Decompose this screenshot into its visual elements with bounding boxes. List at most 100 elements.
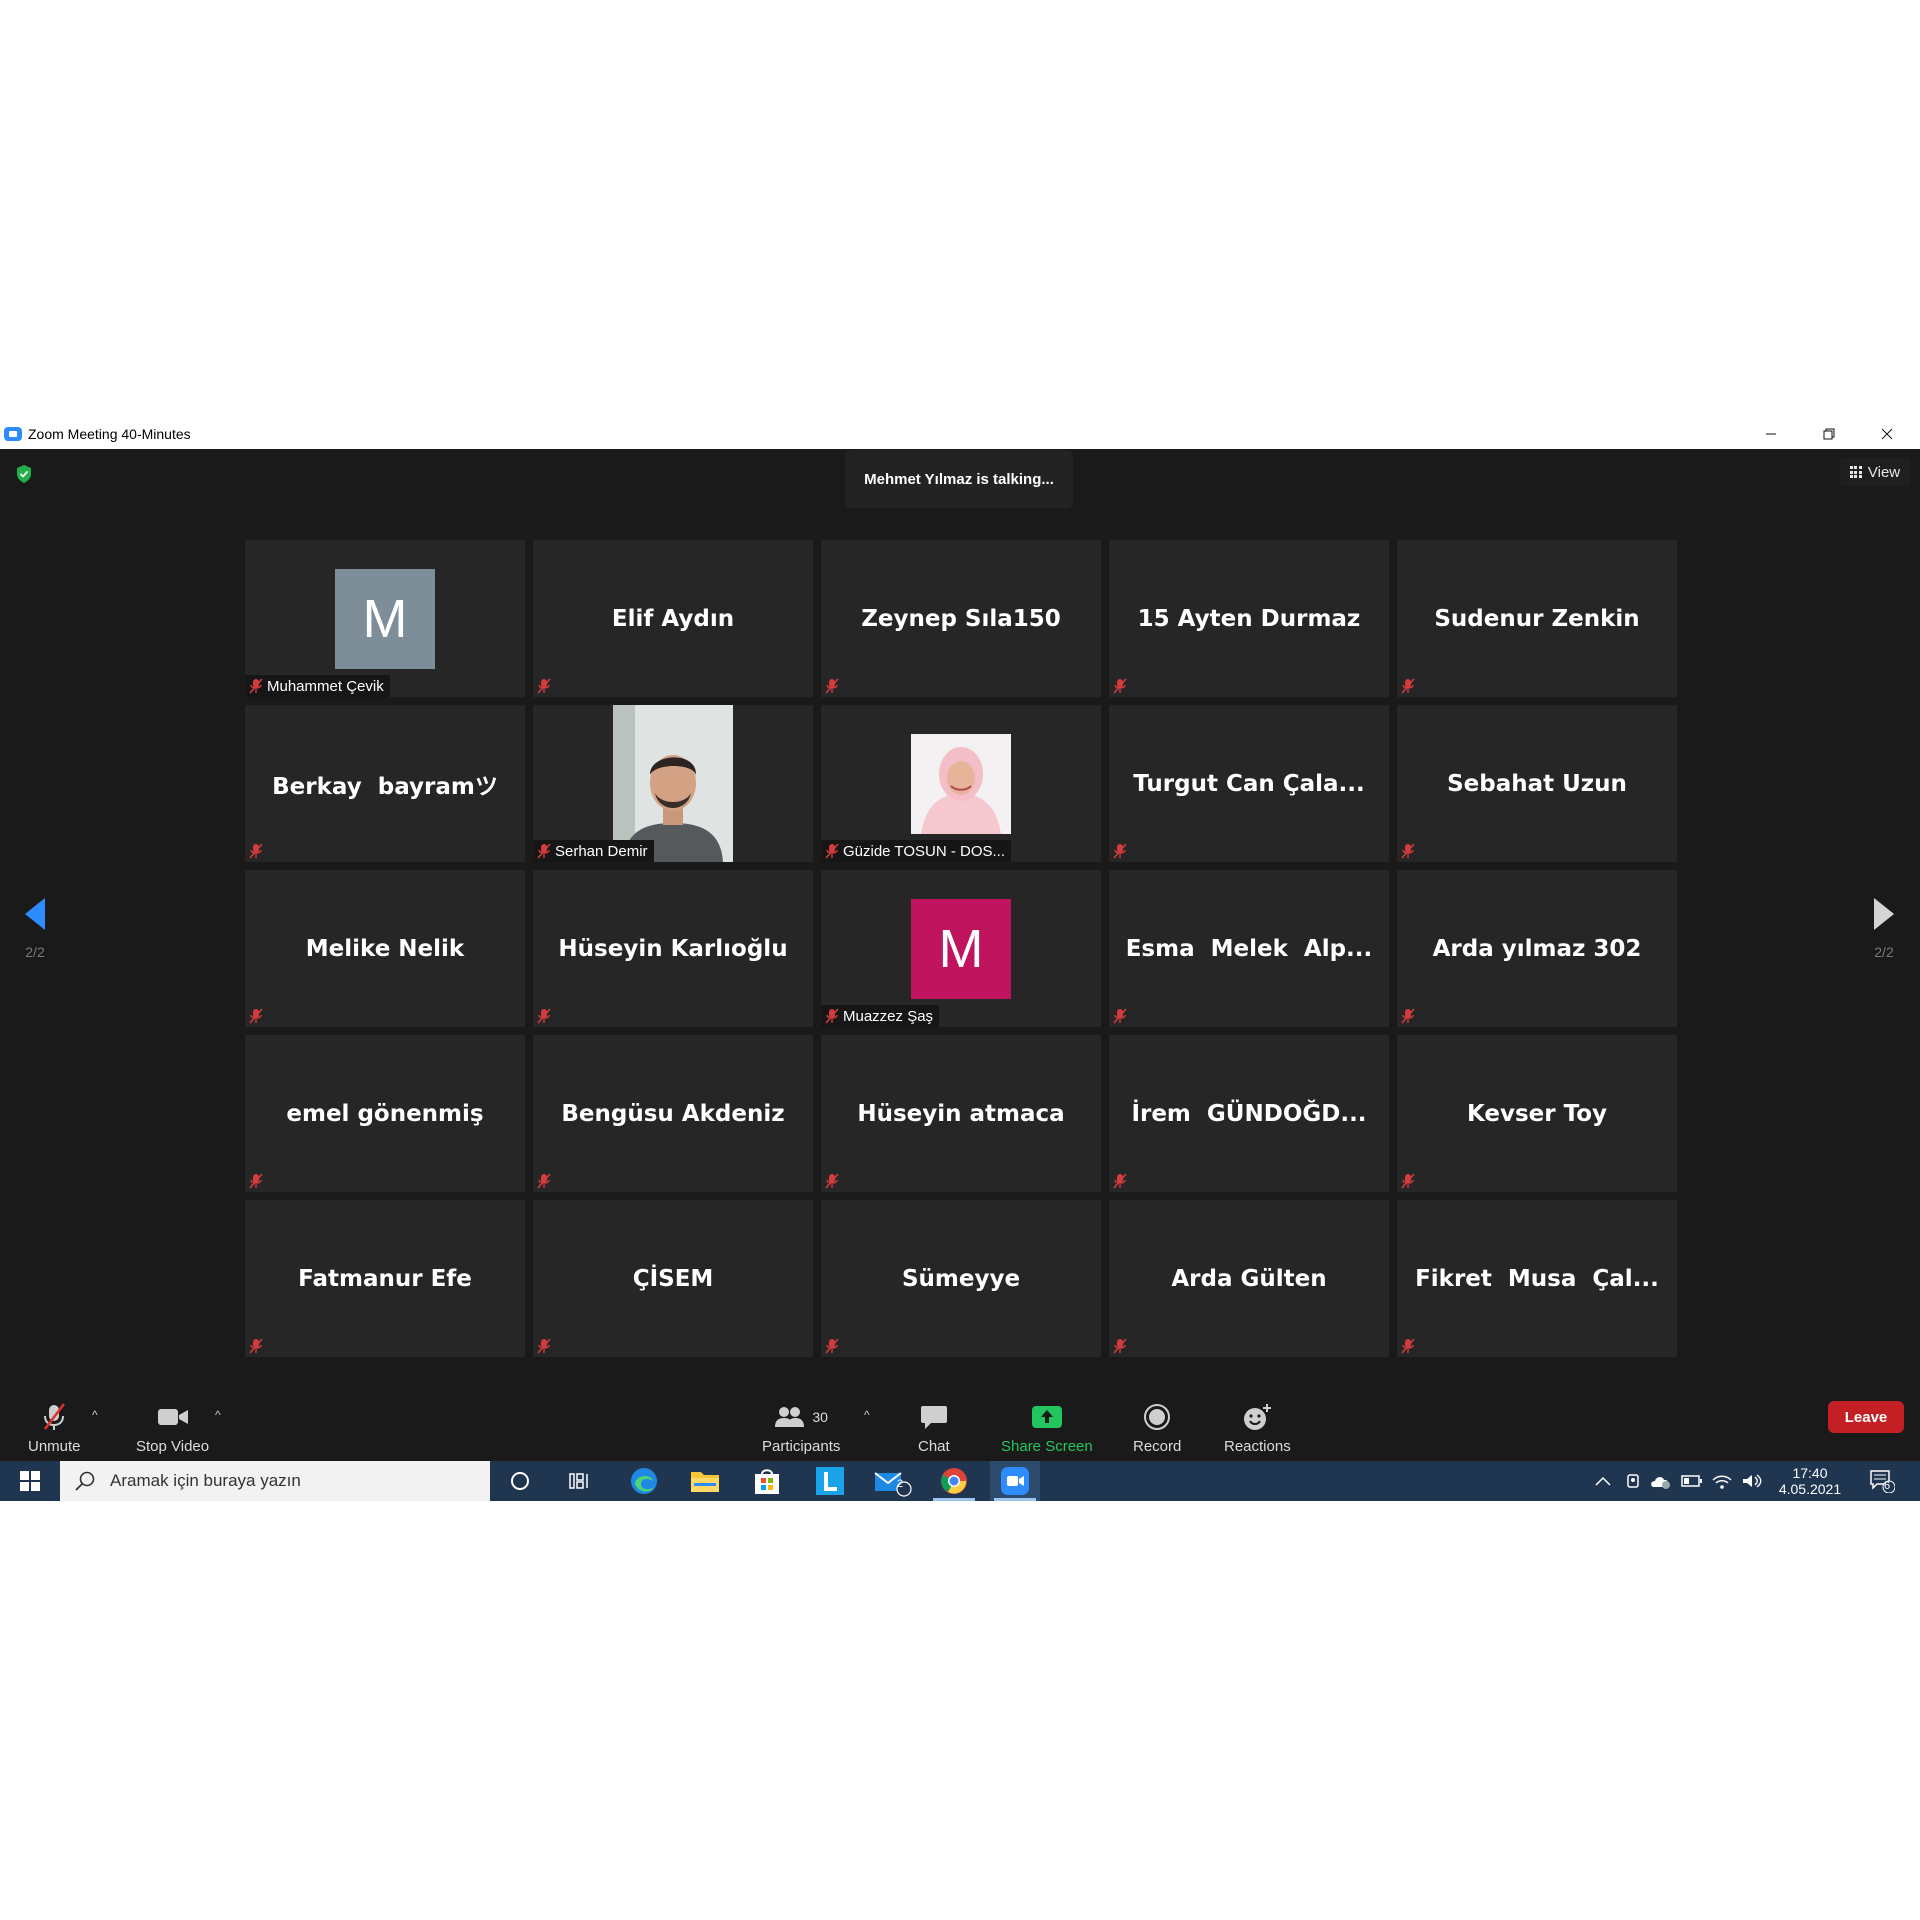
taskbar-mail[interactable]: 2	[868, 1461, 918, 1501]
view-button[interactable]: View	[1840, 458, 1910, 486]
participant-name-bar: Muazzez Şaş	[821, 1005, 940, 1027]
microphone-muted-icon	[533, 1335, 555, 1357]
taskbar-file-explorer[interactable]	[680, 1461, 730, 1501]
tray-volume[interactable]	[1738, 1461, 1766, 1501]
record-label: Record	[1133, 1438, 1182, 1455]
minimize-button[interactable]	[1742, 418, 1800, 449]
arrow-left-icon	[25, 898, 45, 930]
participant-status-bar	[1397, 1170, 1425, 1192]
taskbar-zoom[interactable]	[990, 1461, 1040, 1501]
participant-display-name: Sebahat Uzun	[1447, 770, 1627, 797]
taskbar-search-box[interactable]: Aramak için buraya yazın	[60, 1461, 490, 1501]
windows-taskbar: Aramak için buraya yazın 2 17:40 4.05.20…	[0, 1461, 1920, 1501]
participant-tile[interactable]: Arda Gülten	[1109, 1200, 1389, 1357]
microphone-muted-icon	[533, 675, 555, 697]
tray-battery[interactable]	[1678, 1461, 1706, 1501]
participant-tile[interactable]: Fatmanur Efe	[245, 1200, 525, 1357]
audio-options-caret-icon[interactable]: ^	[92, 1408, 98, 1422]
microphone-muted-icon	[1109, 675, 1131, 697]
participant-status-bar	[245, 1005, 273, 1027]
participant-tile[interactable]: Arda yılmaz 302	[1397, 870, 1677, 1027]
previous-page-button[interactable]: 2/2	[5, 896, 65, 960]
participant-tile[interactable]: Hüseyin Karlıoğlu	[533, 870, 813, 1027]
arrow-right-icon	[1874, 898, 1894, 930]
participants-button[interactable]: 30 Participants	[762, 1402, 840, 1455]
mail-icon	[874, 1472, 912, 1497]
show-hidden-icons-button[interactable]	[1588, 1461, 1618, 1501]
next-page-button[interactable]: 2/2	[1854, 896, 1914, 960]
taskbar-clock[interactable]: 17:40 4.05.2021	[1770, 1465, 1850, 1497]
task-view-button[interactable]	[555, 1461, 605, 1501]
reactions-button[interactable]: Reactions	[1224, 1402, 1291, 1455]
participant-tile[interactable]: Elif Aydın	[533, 540, 813, 697]
microphone-muted-icon	[1109, 1335, 1131, 1357]
notifications-icon	[1870, 1470, 1895, 1493]
participants-label: Participants	[762, 1438, 841, 1455]
close-button[interactable]	[1858, 418, 1916, 449]
unmute-label: Unmute	[28, 1438, 81, 1455]
participant-status-bar	[533, 1005, 561, 1027]
participant-tile[interactable]: Esma Melek Alp...	[1109, 870, 1389, 1027]
cortana-button[interactable]	[495, 1461, 545, 1501]
participant-tile[interactable]: M Muhammet Çevik	[245, 540, 525, 697]
microphone-muted-icon	[533, 840, 555, 862]
participant-tile[interactable]: Berkay bayramツ	[245, 705, 525, 862]
participant-tile[interactable]: Sudenur Zenkin	[1397, 540, 1677, 697]
participant-display-name: Zeynep Sıla150	[861, 605, 1061, 632]
participants-icon	[775, 1407, 805, 1427]
participant-tile[interactable]: Hüseyin atmaca	[821, 1035, 1101, 1192]
participant-tile[interactable]: emel gönenmiş	[245, 1035, 525, 1192]
participant-tile[interactable]: Sebahat Uzun	[1397, 705, 1677, 862]
participant-tile[interactable]: 15 Ayten Durmaz	[1109, 540, 1389, 697]
participant-display-name: Melike Nelik	[305, 935, 465, 962]
chat-label: Chat	[918, 1438, 950, 1455]
chat-button[interactable]: Chat	[918, 1402, 950, 1455]
participant-tile[interactable]: Serhan Demir	[533, 705, 813, 862]
leave-button[interactable]: Leave	[1828, 1401, 1904, 1433]
share-screen-button[interactable]: Share Screen	[1001, 1402, 1093, 1455]
tray-wifi[interactable]	[1708, 1461, 1736, 1501]
participant-name-bar: Güzide TOSUN - DOS...	[821, 840, 1011, 862]
microphone-muted-icon	[1397, 675, 1419, 697]
taskbar-chrome[interactable]	[929, 1461, 979, 1501]
participant-tile[interactable]: Zeynep Sıla150	[821, 540, 1101, 697]
meet-now-icon	[1627, 1474, 1639, 1488]
video-options-caret-icon[interactable]: ^	[215, 1408, 221, 1422]
tray-meet-now[interactable]	[1620, 1461, 1646, 1501]
taskbar-l-app[interactable]	[805, 1461, 855, 1501]
encryption-shield-icon[interactable]	[15, 464, 33, 484]
participant-status-bar	[1109, 1005, 1137, 1027]
battery-icon	[1681, 1475, 1702, 1487]
participant-tile[interactable]: Melike Nelik	[245, 870, 525, 1027]
clock-time: 17:40	[1792, 1465, 1828, 1481]
folder-icon	[691, 1472, 719, 1492]
participant-display-name: Esma Melek Alp...	[1125, 935, 1373, 962]
participant-tile[interactable]: Bengüsu Akdeniz	[533, 1035, 813, 1192]
microphone-muted-icon	[245, 1170, 267, 1192]
zoom-window: Zoom Meeting 40-Minutes Mehmet Yılmaz is…	[0, 418, 1920, 1501]
participant-tile[interactable]: Sümeyye	[821, 1200, 1101, 1357]
action-center-button[interactable]: 6	[1862, 1461, 1902, 1501]
unmute-button[interactable]: Unmute	[28, 1402, 81, 1455]
taskbar-edge[interactable]	[619, 1461, 669, 1501]
page-indicator-left: 2/2	[25, 944, 45, 960]
record-button[interactable]: Record	[1133, 1402, 1181, 1455]
participant-tile[interactable]: Turgut Can Çala...	[1109, 705, 1389, 862]
stop-video-button[interactable]: Stop Video	[136, 1402, 209, 1455]
start-button[interactable]	[0, 1461, 60, 1501]
participant-tile[interactable]: İrem GÜNDOĞD...	[1109, 1035, 1389, 1192]
tray-onedrive[interactable]	[1648, 1461, 1676, 1501]
speaker-volume-icon	[1743, 1474, 1762, 1488]
share-screen-icon	[1031, 1406, 1062, 1428]
participant-tile[interactable]: Kevser Toy	[1397, 1035, 1677, 1192]
participants-options-caret-icon[interactable]: ^	[864, 1408, 870, 1422]
clock-date: 4.05.2021	[1778, 1481, 1842, 1497]
microphone-muted-icon	[821, 1170, 843, 1192]
participant-tile[interactable]: Fikret Musa Çal...	[1397, 1200, 1677, 1357]
participant-tile[interactable]: M Muazzez Şaş	[821, 870, 1101, 1027]
restore-button[interactable]	[1800, 418, 1858, 449]
participant-tile[interactable]: Güzide TOSUN - DOS...	[821, 705, 1101, 862]
participant-tile[interactable]: ÇİSEM	[533, 1200, 813, 1357]
microphone-muted-icon	[821, 675, 843, 697]
taskbar-store[interactable]	[742, 1461, 792, 1501]
